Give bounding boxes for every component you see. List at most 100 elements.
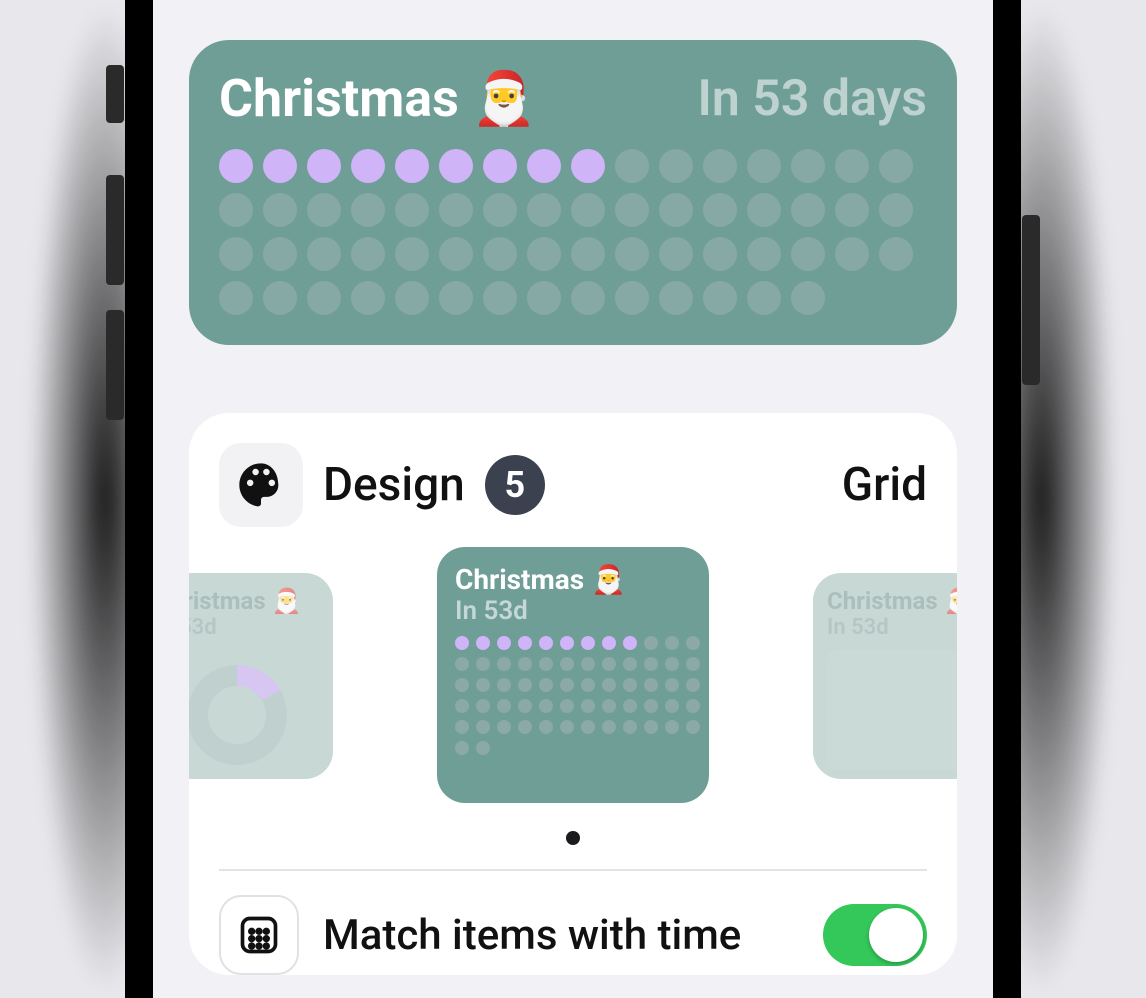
dot: [791, 281, 825, 315]
dot: [560, 636, 574, 650]
dot: [307, 237, 341, 271]
phone-side-button: [106, 310, 124, 420]
phone-mockup: Christmas 🎅 In 53 days Design 5 Grid Chr…: [0, 0, 1146, 998]
dot: [527, 281, 561, 315]
dot: [602, 636, 616, 650]
dot: [665, 678, 679, 692]
dot: [571, 149, 605, 183]
dot: [665, 720, 679, 734]
widget-countdown: In 53 days: [698, 70, 927, 128]
dot: [659, 149, 693, 183]
dot: [439, 149, 473, 183]
dot: [665, 636, 679, 650]
dot: [219, 193, 253, 227]
dot: [455, 678, 469, 692]
dot: [791, 193, 825, 227]
dot: [581, 636, 595, 650]
dot: [497, 699, 511, 713]
dot: [623, 720, 637, 734]
dot: [455, 657, 469, 671]
phone-side-button: [106, 175, 124, 285]
dot: [879, 149, 913, 183]
dot: [518, 636, 532, 650]
phone-side-button: [106, 65, 124, 123]
dot: [571, 281, 605, 315]
preview-sub: In 53d: [455, 596, 691, 626]
dot: [615, 149, 649, 183]
dot: [703, 149, 737, 183]
dot: [518, 720, 532, 734]
dot: [791, 237, 825, 271]
preview-sub: In 53d: [189, 615, 319, 640]
design-preview-right[interactable]: Christmas 🎅 In 53d: [813, 573, 957, 779]
dot: [571, 193, 605, 227]
dot: [263, 237, 297, 271]
preview-dot-grid: [455, 636, 691, 755]
dot: [602, 678, 616, 692]
design-carousel[interactable]: Christmas 🎅 In 53d Christmas 🎅 In 53d Ch…: [189, 547, 957, 847]
dot: [539, 720, 553, 734]
dot: [439, 281, 473, 315]
dot: [476, 657, 490, 671]
design-header[interactable]: Design 5 Grid: [189, 443, 957, 527]
dot: [747, 193, 781, 227]
dot: [476, 636, 490, 650]
dot: [623, 678, 637, 692]
dot: [686, 720, 700, 734]
dot: [879, 237, 913, 271]
dot: [395, 281, 429, 315]
match-items-toggle[interactable]: [823, 904, 927, 966]
match-items-label: Match items with time: [323, 911, 799, 960]
dot: [686, 636, 700, 650]
dot: [623, 657, 637, 671]
dot: [835, 193, 869, 227]
design-label: Design: [323, 458, 465, 512]
widget-dot-grid: [219, 149, 927, 315]
dot: [455, 741, 469, 755]
dot: [483, 281, 517, 315]
dot: [539, 657, 553, 671]
dot: [686, 657, 700, 671]
dot: [527, 193, 561, 227]
design-preview-left[interactable]: Christmas 🎅 In 53d: [189, 573, 333, 779]
dot: [791, 149, 825, 183]
dot: [476, 741, 490, 755]
dot: [483, 193, 517, 227]
dot: [497, 678, 511, 692]
dot: [581, 699, 595, 713]
dot: [527, 237, 561, 271]
design-count-badge: 5: [485, 455, 545, 515]
preview-title: Christmas 🎅: [827, 587, 957, 615]
dot: [219, 149, 253, 183]
dot: [659, 193, 693, 227]
dot: [703, 237, 737, 271]
dot: [571, 237, 605, 271]
preview-title: Christmas 🎅: [455, 563, 691, 596]
match-items-row[interactable]: Match items with time: [189, 871, 957, 975]
dot: [835, 237, 869, 271]
dot: [644, 720, 658, 734]
grid-icon: [219, 895, 299, 975]
dot: [351, 149, 385, 183]
dot: [644, 657, 658, 671]
dot: [263, 281, 297, 315]
countdown-widget[interactable]: Christmas 🎅 In 53 days: [189, 40, 957, 345]
dot: [560, 657, 574, 671]
dot: [560, 720, 574, 734]
dot: [439, 193, 473, 227]
dot: [644, 678, 658, 692]
dot: [351, 193, 385, 227]
dot: [455, 636, 469, 650]
dot: [623, 699, 637, 713]
dot: [747, 149, 781, 183]
dot: [219, 237, 253, 271]
dot: [560, 678, 574, 692]
design-preview-center[interactable]: Christmas 🎅 In 53d: [437, 547, 709, 803]
dot: [879, 193, 913, 227]
palette-icon: [219, 443, 303, 527]
widget-header: Christmas 🎅 In 53 days: [219, 68, 927, 129]
dot: [615, 237, 649, 271]
dot: [518, 678, 532, 692]
dot: [263, 149, 297, 183]
dot: [686, 678, 700, 692]
